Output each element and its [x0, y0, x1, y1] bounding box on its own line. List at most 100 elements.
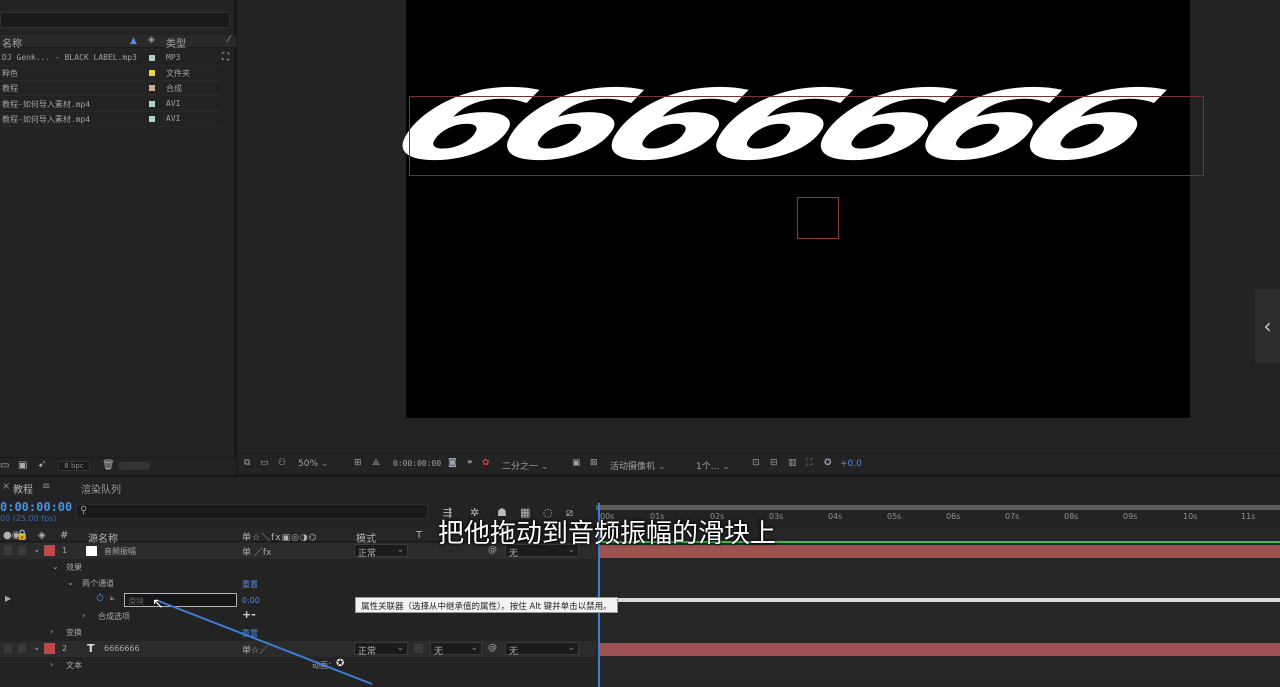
- pickwhip-icon[interactable]: @: [488, 643, 497, 653]
- tab-comp[interactable]: 教程: [13, 481, 33, 496]
- chevron-down-icon[interactable]: ⌄: [67, 578, 74, 587]
- visibility-toggle[interactable]: [4, 644, 12, 653]
- label-swatch[interactable]: [149, 101, 155, 107]
- play-icon[interactable]: ▶: [5, 594, 11, 603]
- ruler-tick: 08s: [1064, 512, 1079, 521]
- grid-icon[interactable]: ⊞: [354, 459, 364, 468]
- text-group[interactable]: 文本: [66, 660, 82, 671]
- transform-group[interactable]: 变换: [66, 627, 82, 638]
- chevron-left-icon[interactable]: ‹: [1255, 289, 1280, 363]
- chevron-down-icon[interactable]: ⌄: [33, 545, 41, 555]
- parent-dropdown[interactable]: 无 ⌄: [505, 642, 579, 657]
- chevron-down-icon[interactable]: ⌄: [52, 562, 59, 571]
- project-item[interactable]: 教程-如何导入素材.mp4 AVI: [0, 97, 222, 112]
- chevron-down-icon: ⌄: [396, 643, 404, 653]
- graph-icon[interactable]: ⟀: [110, 593, 115, 603]
- blend-mode-value: 正常: [358, 549, 377, 559]
- chevron-right-icon[interactable]: ›: [50, 627, 53, 636]
- column-menu-icon[interactable]: ⁄: [228, 35, 230, 45]
- project-item-type: AVI: [166, 114, 181, 123]
- flowchart-icon[interactable]: ⛶: [222, 52, 229, 63]
- preserve-transparency-toggle[interactable]: [414, 644, 423, 653]
- visibility-toggle[interactable]: [4, 546, 12, 555]
- project-item[interactable]: DJ Genk... - BLACK LABEL.mp3 MP3 ⛶: [0, 51, 229, 66]
- project-item[interactable]: 粹色 文件夹: [0, 66, 222, 81]
- audio-toggle[interactable]: [18, 546, 26, 555]
- chevron-right-icon[interactable]: ›: [50, 660, 53, 669]
- transparency-grid-icon[interactable]: ⊠: [590, 459, 600, 468]
- layer-2-bar[interactable]: [600, 643, 1280, 656]
- camera-dropdown[interactable]: 活动摄像机 ⌄: [610, 459, 666, 472]
- monitor-icon[interactable]: ▭: [260, 459, 270, 468]
- lock-icon[interactable]: 🔒: [16, 530, 28, 541]
- label-swatch[interactable]: [149, 55, 155, 61]
- chart-icon[interactable]: ▥: [788, 459, 798, 468]
- blend-mode-dropdown[interactable]: 正常 ⌄: [354, 544, 408, 559]
- fast-preview-icon[interactable]: ⊡: [752, 459, 762, 468]
- trash-icon[interactable]: 🗑: [102, 460, 115, 471]
- track-matte-dropdown[interactable]: 无 ⌄: [430, 642, 482, 657]
- reset-exposure-icon[interactable]: ✪: [824, 459, 834, 468]
- new-comp-icon[interactable]: ➹: [38, 459, 46, 470]
- project-footer: ▭ ▣ ➹ 8 bpc 🗑: [0, 457, 236, 473]
- solid-layer-icon: [86, 546, 97, 556]
- timeline-search-input[interactable]: ⚲: [76, 504, 428, 519]
- chevron-down-icon: ⌄: [567, 643, 575, 653]
- label-tag-icon[interactable]: ◈: [38, 530, 46, 541]
- reset-link[interactable]: 重置: [242, 579, 258, 590]
- timeline-icon[interactable]: ⊟: [770, 459, 780, 468]
- exposure-value[interactable]: +0.0: [840, 459, 862, 469]
- effects-group[interactable]: 效果: [66, 562, 82, 573]
- layer-label-color[interactable]: [44, 643, 55, 654]
- resolution-dropdown[interactable]: 二分之一 ⌄: [502, 459, 549, 472]
- thumbnail-slider[interactable]: [118, 462, 150, 470]
- name-column-header[interactable]: 名称: [2, 35, 22, 50]
- type-column-header[interactable]: 类型: [166, 35, 186, 50]
- region-of-interest-icon[interactable]: ▣: [572, 459, 582, 468]
- ruler-tick: 09s: [1123, 512, 1138, 521]
- composite-options[interactable]: 合成选项: [98, 611, 130, 622]
- tab-render-queue[interactable]: 渲染队列: [81, 481, 121, 496]
- always-preview-icon[interactable]: ⧉: [244, 459, 254, 468]
- layer-name[interactable]: 6666666: [104, 644, 140, 653]
- project-item[interactable]: 教程 合成: [0, 81, 222, 96]
- sort-up-icon[interactable]: ▲: [130, 36, 137, 46]
- pickwhip-line: [155, 599, 373, 685]
- project-search-input[interactable]: [0, 12, 230, 28]
- project-item-name: 教程-如何导入素材.mp4: [2, 115, 91, 124]
- switches-header: 单☆＼fx▣◎◑⌬: [242, 533, 318, 543]
- channel-color-icon[interactable]: ✿: [482, 459, 492, 468]
- views-dropdown[interactable]: 1个... ⌄: [696, 459, 730, 472]
- label-swatch[interactable]: [149, 85, 155, 91]
- bpc-button[interactable]: 8 bpc: [58, 461, 90, 471]
- work-area-bar[interactable]: [596, 505, 1280, 510]
- stopwatch-icon[interactable]: ⏱: [96, 593, 104, 604]
- layer-switches[interactable]: 单 ／fx: [242, 545, 271, 558]
- zoom-dropdown[interactable]: 50% ⌄: [298, 459, 329, 469]
- vr-icon[interactable]: ⚇: [278, 459, 288, 468]
- layer-label-color[interactable]: [44, 545, 55, 556]
- effect-two-channels[interactable]: 两个通道: [82, 578, 114, 589]
- new-folder-icon[interactable]: ▣: [18, 460, 27, 471]
- interpret-footage-icon[interactable]: ▭: [0, 460, 9, 471]
- text-layer-bounds: [409, 96, 1204, 176]
- panel-menu-icon[interactable]: ≡: [42, 481, 50, 492]
- close-icon[interactable]: ×: [2, 481, 10, 492]
- viewer-timecode[interactable]: 0:00:00:00: [393, 459, 441, 468]
- chevron-right-icon[interactable]: ›: [82, 611, 85, 620]
- label-swatch[interactable]: [149, 70, 155, 76]
- audio-toggle[interactable]: [18, 644, 26, 653]
- label-swatch[interactable]: [149, 116, 155, 122]
- flowchart-icon[interactable]: ⛶: [806, 459, 816, 468]
- mask-icon[interactable]: ⟁: [372, 459, 382, 468]
- show-snapshot-icon[interactable]: ⚭: [466, 459, 476, 468]
- label-tag-icon[interactable]: ◈: [148, 35, 155, 45]
- project-item[interactable]: 教程-如何导入素材.mp4 AVI: [0, 112, 222, 127]
- timeline-tabs: × 教程 ≡ 渲染队列: [0, 477, 1280, 497]
- chevron-down-icon[interactable]: ⌄: [33, 643, 41, 653]
- text-layer-icon: T: [87, 642, 95, 655]
- layer-name[interactable]: 音频振幅: [104, 546, 136, 557]
- current-timecode[interactable]: 0:00:00:00: [0, 500, 72, 514]
- ruler-tick: 05s: [887, 512, 902, 521]
- snapshot-camera-icon[interactable]: ◙: [448, 459, 458, 468]
